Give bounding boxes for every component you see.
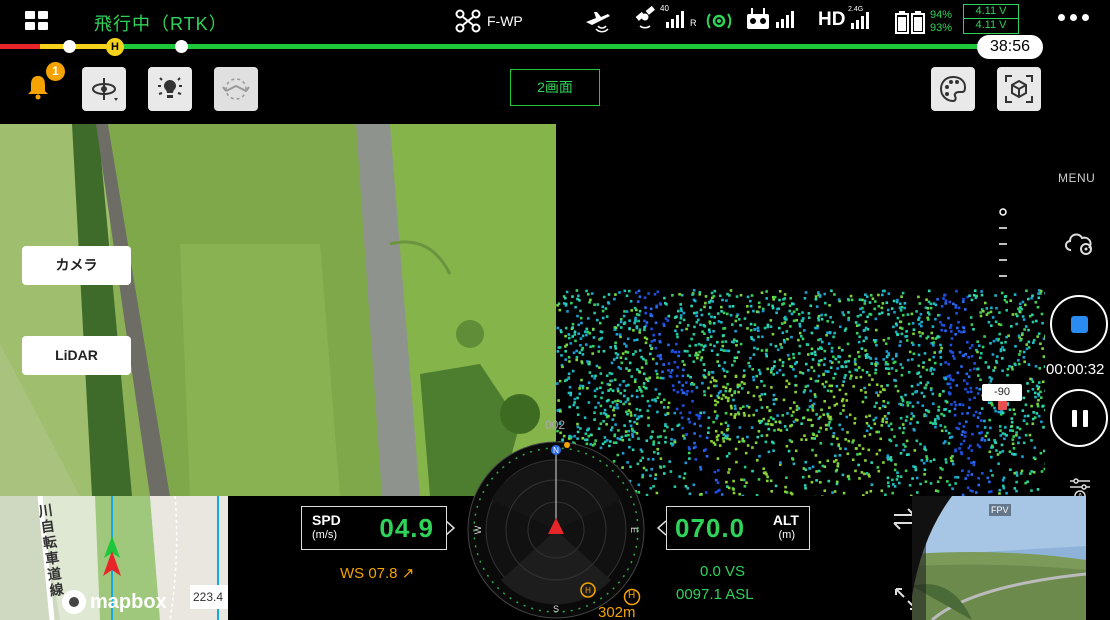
speed-unit: (m/s) — [312, 529, 338, 541]
flight-status[interactable]: 飛行中（RTK） — [94, 10, 228, 36]
pitch-marker-dot — [998, 401, 1007, 410]
cloud-settings-icon[interactable] — [1062, 226, 1098, 256]
mapbox-icon — [62, 590, 86, 614]
gps-count: 40 — [660, 4, 669, 13]
compass-north-label: N — [553, 446, 559, 455]
hd-label: HD — [818, 9, 846, 30]
compass-home-marker: H — [585, 586, 591, 595]
split-view-button[interactable]: 2画面 — [510, 69, 600, 106]
speed-label: SPD — [312, 512, 341, 528]
palette-button[interactable] — [931, 67, 975, 111]
hd-band: 2.4G — [848, 6, 864, 13]
gps-suffix: R — [690, 18, 697, 28]
home-distance: 302m — [598, 604, 636, 620]
remote-controller-icon — [747, 8, 769, 29]
gps-status[interactable]: 40 R — [634, 4, 697, 32]
dual-battery-icon — [895, 11, 925, 34]
mapbox-brand: mapbox — [90, 590, 167, 613]
pitch-marker: -90 — [982, 384, 1022, 401]
svg-text:E: E — [629, 527, 639, 533]
status-bar: 飛行中（RTK） F-WP 40 R HD 2.4G 94% 93% 4.11 … — [0, 0, 1110, 42]
hd-signal-bars-icon — [851, 12, 870, 29]
map-scale: 223.4 — [190, 585, 228, 609]
gimbal-icon — [92, 78, 118, 101]
beacon-light-button[interactable] — [148, 67, 192, 111]
pause-button[interactable] — [1050, 389, 1108, 447]
vision-sensor-icon[interactable] — [706, 8, 732, 34]
stop-icon — [1071, 316, 1088, 333]
compass-heading-number: 002 — [545, 418, 566, 432]
battery-percent-2: 93% — [930, 22, 953, 34]
lidar-view-button[interactable]: LiDAR — [22, 336, 131, 375]
battery-percent-1: 94% — [930, 9, 953, 21]
auxiliary-light-button[interactable] — [214, 67, 258, 111]
gimbal-mode-button[interactable] — [82, 67, 126, 111]
svg-text:S: S — [553, 604, 559, 614]
flight-mode-label: F-WP — [487, 13, 523, 29]
pause-icon — [1072, 410, 1077, 427]
more-options-icon[interactable] — [1058, 14, 1089, 21]
battery-voltage: 4.11 V 4.11 V — [963, 4, 1019, 34]
cube-scan-icon — [1005, 75, 1033, 103]
speed-pointer-icon — [446, 520, 456, 536]
zoom-slider[interactable] — [997, 206, 1009, 286]
camera-view-button[interactable]: カメラ — [22, 246, 131, 285]
rc-signal-bars-icon — [776, 11, 794, 28]
mapbox-logo: mapbox — [62, 590, 167, 614]
3d-model-view-button[interactable] — [997, 67, 1041, 111]
altitude-value: 070.0 — [675, 513, 746, 543]
progress-marker-2 — [175, 40, 188, 53]
menu-button[interactable]: MENU — [1058, 171, 1095, 185]
record-stop-button[interactable] — [1050, 295, 1108, 353]
takeoff-signal-icon[interactable] — [584, 8, 614, 34]
record-time: 00:00:32 — [1046, 361, 1105, 378]
wind-speed: WS 07.8 ↗ — [340, 565, 415, 582]
app-grid-icon[interactable] — [25, 11, 49, 31]
notification-badge: 1 — [46, 62, 65, 81]
hd-video-link[interactable]: HD 2.4G — [818, 6, 873, 31]
voltage-1: 4.11 V — [964, 5, 1018, 19]
speed-readout: SPD (m/s) 04.9 — [301, 506, 447, 550]
altitude-label: ALT — [772, 512, 799, 528]
altitude-asl: 0097.1 ASL — [676, 586, 754, 603]
gps-signal-bars-icon — [666, 11, 684, 28]
home-icon-label: H — [628, 590, 636, 601]
light-bulb-icon — [158, 77, 182, 98]
remote-controller-signal[interactable] — [746, 8, 798, 30]
vertical-speed: 0.0 VS — [700, 563, 746, 580]
satellite-icon — [635, 6, 655, 29]
voltage-2: 4.11 V — [975, 19, 1007, 31]
progress-marker-1 — [63, 40, 76, 53]
palette-icon — [939, 75, 967, 103]
altitude-pointer-icon — [656, 520, 666, 536]
flight-time: 38:56 — [977, 35, 1043, 59]
speed-value: 04.9 — [379, 513, 434, 543]
altitude-readout: 070.0 ALT (m) — [666, 506, 810, 550]
bell-icon[interactable] — [26, 74, 50, 100]
drone-icon — [455, 9, 481, 33]
svg-text:W: W — [473, 525, 483, 534]
progress-home-marker: H — [106, 38, 124, 56]
fpv-label: FPV — [989, 504, 1011, 516]
battery-progress-bar: H — [0, 38, 1000, 56]
flight-mode[interactable]: F-WP — [455, 9, 523, 33]
compass: E W S N H — [467, 441, 645, 619]
aux-light-icon — [222, 78, 250, 100]
altitude-unit: (m) — [778, 529, 796, 541]
